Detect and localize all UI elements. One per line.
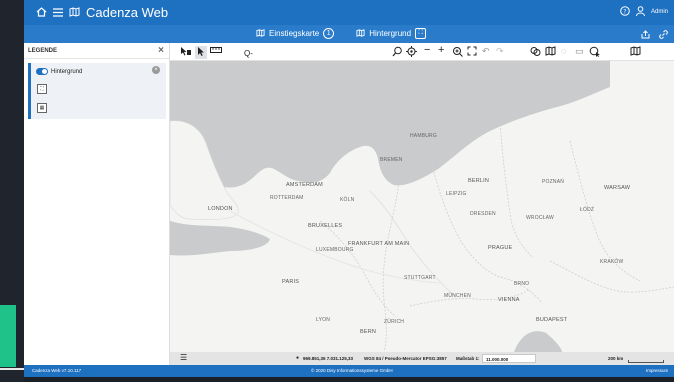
map-label-city: PRAGUE xyxy=(488,245,513,251)
zoom-in-icon[interactable]: + xyxy=(438,44,444,56)
tab-label: Hintergrund xyxy=(369,29,412,38)
map-label-city: ROTTERDAM xyxy=(270,195,304,201)
locate-icon[interactable] xyxy=(392,46,403,59)
scale-input[interactable]: 11.000.000 xyxy=(482,354,536,363)
coordinates-readout: 969.851,35 7.031.125,33 xyxy=(303,356,354,361)
map-label-city: BRNO xyxy=(514,281,530,287)
zoom-out-icon[interactable]: − xyxy=(424,44,430,56)
map-add-icon[interactable] xyxy=(545,46,556,58)
layers-icon[interactable] xyxy=(530,46,541,59)
basemap xyxy=(170,61,674,352)
map-toolbar: Q- − + ↶ ↷ ◌ ▭ xyxy=(170,43,674,61)
map-label-city: LYON xyxy=(316,317,331,323)
export-icon[interactable] xyxy=(638,27,652,41)
search-tool-label: Q- xyxy=(244,49,253,58)
copyright-label: © 2020 Disy Informationssysteme GmbH xyxy=(311,368,393,373)
map-icon xyxy=(69,5,80,20)
map-label-city: WARSAW xyxy=(604,185,631,191)
menu-icon[interactable] xyxy=(53,5,63,20)
legend-panel: LEGENDE × Hintergrund × ⛶ ▦ xyxy=(24,43,170,365)
map-label-city: WROCŁAW xyxy=(526,215,554,221)
map-label-city: PARIS xyxy=(282,279,300,285)
map-label-city: LONDON xyxy=(208,206,233,212)
footer: Cadenza Web v7.10.117 © 2020 Disy Inform… xyxy=(24,365,674,377)
close-icon[interactable]: × xyxy=(158,45,164,56)
map-label-city: KRAKÓW xyxy=(600,259,624,265)
map-label-city: KÖLN xyxy=(340,197,355,203)
user-name[interactable]: Admin xyxy=(651,9,668,15)
map-label-city: LUXEMBOURG xyxy=(316,247,354,253)
full-extent-icon[interactable] xyxy=(467,46,477,58)
map-label-city: FRANKFURT AM MAIN xyxy=(348,241,410,247)
sub-bar: Einstiegskarte 1 Hintergrund ⛶ xyxy=(24,25,674,43)
map-label-city: VIENNA xyxy=(498,297,520,303)
link-icon[interactable] xyxy=(656,27,670,41)
map-label-city: ZÜRICH xyxy=(384,319,405,325)
user-icon[interactable] xyxy=(635,6,645,18)
app-title: Cadenza Web xyxy=(86,5,169,20)
pointer-icon[interactable] xyxy=(589,46,601,59)
layer-thumbnail-icon[interactable]: ▦ xyxy=(37,103,47,113)
tab-label: Einstiegskarte xyxy=(269,29,320,38)
background-green-block xyxy=(0,305,16,367)
info-tool-icon[interactable] xyxy=(180,46,192,59)
brand: Cadenza Web xyxy=(36,5,168,20)
map-label-city: BERN xyxy=(360,329,377,335)
version-label: Cadenza Web v7.10.117 xyxy=(32,368,82,373)
basemap-icon[interactable] xyxy=(630,46,641,58)
map-label-city: DRESDEN xyxy=(470,211,496,217)
map-canvas[interactable]: LONDON AMSTERDAM BRUXELLES BERLIN WARSAW PRAG… xyxy=(170,61,674,352)
status-bar: ☰ ● 969.851,35 7.031.125,33 WGS 84 / Pse… xyxy=(170,352,674,366)
map-icon xyxy=(256,28,265,39)
map-label-city: MÜNCHEN xyxy=(444,293,471,299)
legend-title: LEGENDE xyxy=(28,48,58,54)
legend-layer-hintergrund[interactable]: Hintergrund × ⛶ ▦ xyxy=(28,63,166,119)
measure-tool-icon[interactable] xyxy=(210,46,222,56)
map-label-city: POZNAŃ xyxy=(542,179,565,185)
gps-icon[interactable] xyxy=(406,46,417,59)
table-icon[interactable]: ▭ xyxy=(575,46,584,57)
undo-icon[interactable]: ↶ xyxy=(482,46,490,57)
sub-bar-actions xyxy=(638,27,670,41)
scalebar xyxy=(628,360,664,363)
zoom-to-layer-icon[interactable]: ⛶ xyxy=(37,84,47,94)
top-bar-right: ? Admin xyxy=(620,6,668,18)
map-label-city: HAMBURG xyxy=(410,133,437,139)
tab-hintergrund[interactable]: Hintergrund ⛶ xyxy=(356,28,427,39)
map-label-city: STUTTGART xyxy=(404,275,436,281)
home-icon[interactable] xyxy=(36,5,47,20)
expand-icon[interactable]: ⛶ xyxy=(415,28,427,39)
tab-einstiegskarte[interactable]: Einstiegskarte 1 xyxy=(256,28,335,39)
legend-header: LEGENDE × xyxy=(24,43,169,59)
crs-label[interactable]: WGS 84 / Pseudo-Mercator EPSG:3857 xyxy=(364,356,447,361)
map-label-city: BRUXELLES xyxy=(308,223,343,229)
svg-text:?: ? xyxy=(623,8,626,15)
map-label-city: BERLIN xyxy=(468,178,490,184)
pin-icon: ● xyxy=(296,355,300,361)
scalebar-label: 200 km xyxy=(608,356,624,361)
map-label-city: AMSTERDAM xyxy=(286,182,323,188)
scale-label: Maßstab 1: xyxy=(456,356,480,361)
map-label-city: ŁÓDŹ xyxy=(580,207,595,213)
imprint-link[interactable]: Impressum xyxy=(646,368,668,373)
remove-layer-icon[interactable]: × xyxy=(152,66,160,74)
layer-visibility-toggle[interactable] xyxy=(36,68,48,75)
app-window: Cadenza Web ? Admin Einstiegskarte 1 Hin… xyxy=(24,0,674,377)
tab-badge: 1 xyxy=(323,28,335,39)
map-label-city: BUDAPEST xyxy=(536,317,568,323)
map-label-city: BREMEN xyxy=(380,157,403,163)
layer-label: Hintergrund xyxy=(51,68,83,75)
list-icon[interactable]: ☰ xyxy=(180,353,187,362)
selection-icon[interactable]: ◌ xyxy=(561,46,566,56)
map-label-city: LEIPZIG xyxy=(446,191,467,197)
zoom-box-icon[interactable] xyxy=(452,46,463,59)
select-tool-icon[interactable] xyxy=(195,46,207,59)
help-icon[interactable]: ? xyxy=(620,6,630,18)
map-icon xyxy=(356,28,365,39)
layer-row: Hintergrund xyxy=(36,68,82,75)
redo-icon[interactable]: ↷ xyxy=(496,46,504,57)
view-tabs: Einstiegskarte 1 Hintergrund ⛶ xyxy=(256,28,427,39)
top-bar: Cadenza Web ? Admin xyxy=(24,0,674,25)
